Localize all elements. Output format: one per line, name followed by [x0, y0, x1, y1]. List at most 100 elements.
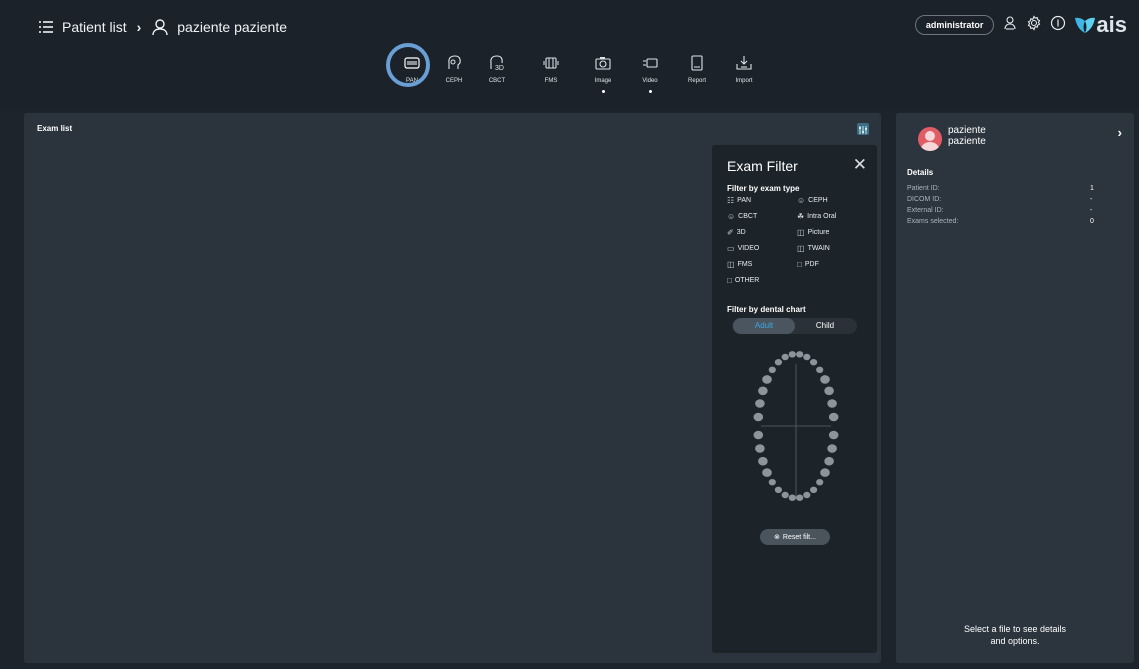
filter-type-label: CEPH	[808, 197, 828, 204]
detail-value: 1	[1090, 185, 1094, 192]
breadcrumb: Patient list › paziente paziente	[38, 15, 287, 39]
chevron-right-icon: ›	[136, 19, 142, 35]
filter-type-fms[interactable]: ◫ FMS	[727, 260, 752, 269]
tool-import[interactable]: Import	[724, 52, 764, 84]
tooth[interactable]	[824, 386, 834, 396]
tooth[interactable]	[762, 468, 772, 477]
tooth[interactable]	[758, 386, 768, 396]
tooth[interactable]	[753, 430, 764, 440]
report-icon	[677, 52, 717, 74]
tooth[interactable]	[816, 366, 824, 373]
tool-video[interactable]: Video	[630, 52, 670, 93]
tooth[interactable]	[774, 359, 782, 366]
users-icon[interactable]	[1002, 15, 1018, 36]
tooth[interactable]	[768, 479, 776, 486]
tool-cbct[interactable]: 3D CBCT	[477, 52, 517, 84]
camera-icon: ◫	[797, 228, 805, 237]
user-button[interactable]: administrator	[914, 15, 995, 35]
info-icon[interactable]	[1050, 15, 1066, 36]
detail-value: 0	[1090, 218, 1094, 225]
filter-type-twain[interactable]: ◫ TWAIN	[797, 244, 830, 253]
filter-type-pdf[interactable]: □ PDF	[797, 260, 819, 269]
tool-label: Import	[735, 78, 753, 84]
tool-pan[interactable]: PAN	[386, 43, 432, 87]
tooth[interactable]	[755, 444, 765, 453]
filter-type-cbct[interactable]: ☺ CBCT	[727, 212, 757, 221]
tooth[interactable]	[753, 412, 764, 422]
tooth[interactable]	[758, 456, 768, 466]
filter-type-other[interactable]: □ OTHER	[727, 276, 759, 285]
tab-child[interactable]: Child	[794, 318, 856, 334]
tooth[interactable]	[788, 494, 796, 501]
tooth[interactable]	[796, 494, 804, 501]
filter-type-label: Intra Oral	[807, 213, 837, 220]
tooth[interactable]	[810, 359, 818, 366]
reset-filter-button[interactable]: ⊗ Reset filt...	[760, 529, 830, 545]
filter-toggle-button[interactable]	[857, 123, 869, 135]
detail-value: -	[1090, 207, 1093, 214]
filter-type-label: VIDEO	[737, 245, 760, 252]
detail-label: External ID:	[907, 207, 944, 214]
tooth[interactable]	[820, 375, 830, 384]
hint-line: and options.	[990, 636, 1040, 646]
details-title: Details	[907, 168, 934, 177]
scan-icon: ✐	[727, 228, 734, 237]
empty-selection-hint: Select a file to see details and options…	[896, 623, 1134, 647]
tooth[interactable]	[788, 351, 796, 358]
tool-report[interactable]: Report	[677, 52, 717, 84]
filter-type-label: TWAIN	[807, 245, 830, 252]
tooth[interactable]	[755, 399, 765, 408]
filter-type-ceph[interactable]: ☺ CEPH	[797, 196, 828, 205]
filter-type-3d[interactable]: ✐ 3D	[727, 228, 746, 237]
tooth[interactable]	[816, 479, 824, 486]
hint-line: Select a file to see details	[963, 624, 1067, 634]
detail-row-dicom-id: DICOM ID: -	[907, 196, 1097, 203]
tooth[interactable]	[827, 399, 837, 408]
camera-icon	[583, 52, 623, 74]
filter-type-pan[interactable]: ☷ PAN	[727, 196, 751, 205]
tool-ceph[interactable]: CEPH	[434, 52, 474, 84]
tool-label: Video	[642, 78, 658, 84]
breadcrumb-patient-list[interactable]: Patient list	[62, 19, 127, 35]
tooth[interactable]	[820, 468, 830, 477]
tab-adult[interactable]: Adult	[733, 318, 795, 334]
filter-type-video[interactable]: ▭ VIDEO	[727, 244, 759, 253]
tooth[interactable]	[810, 486, 818, 493]
detail-label: Exams selected:	[907, 218, 959, 225]
selection-ring	[386, 43, 430, 87]
list-menu-icon[interactable]	[38, 20, 54, 34]
tool-image[interactable]: Image	[583, 52, 623, 93]
tool-label: FMS	[544, 78, 558, 84]
filter-type-picture[interactable]: ◫ Picture	[797, 228, 829, 237]
tooth[interactable]	[796, 351, 804, 358]
tooth[interactable]	[781, 491, 789, 499]
tooth[interactable]	[828, 430, 839, 440]
reset-filter-label: Reset filt...	[782, 533, 816, 541]
tooth[interactable]	[803, 491, 811, 499]
tooth[interactable]	[781, 353, 789, 361]
top-bar: Patient list › paziente paziente adminis…	[0, 0, 1139, 108]
filter-type-label: CBCT	[738, 213, 758, 220]
video-icon	[630, 52, 670, 74]
close-icon[interactable]: ✕	[853, 156, 867, 173]
chevron-right-icon[interactable]: ›	[1118, 125, 1122, 140]
filter-type-intra-oral[interactable]: ☘ Intra Oral	[797, 212, 836, 221]
tooth[interactable]	[828, 412, 839, 422]
tool-fms[interactable]: FMS	[531, 52, 571, 84]
tool-label: Image	[594, 78, 612, 84]
filter-type-label: FMS	[737, 261, 753, 268]
tooth[interactable]	[824, 456, 834, 466]
dental-chart[interactable]	[746, 344, 846, 519]
filter-type-label: Picture	[807, 229, 830, 236]
tooth[interactable]	[803, 353, 811, 361]
tooth[interactable]	[774, 486, 782, 493]
sliders-icon	[859, 126, 867, 134]
tooth[interactable]	[762, 375, 772, 384]
scanner-icon: ◫	[797, 244, 805, 253]
tool-label: CEPH	[445, 78, 463, 84]
filter-by-chart-label: Filter by dental chart	[727, 305, 806, 314]
tooth[interactable]	[827, 444, 837, 453]
fms-icon	[531, 52, 571, 74]
gear-icon[interactable]	[1026, 14, 1042, 36]
tooth[interactable]	[768, 366, 776, 373]
